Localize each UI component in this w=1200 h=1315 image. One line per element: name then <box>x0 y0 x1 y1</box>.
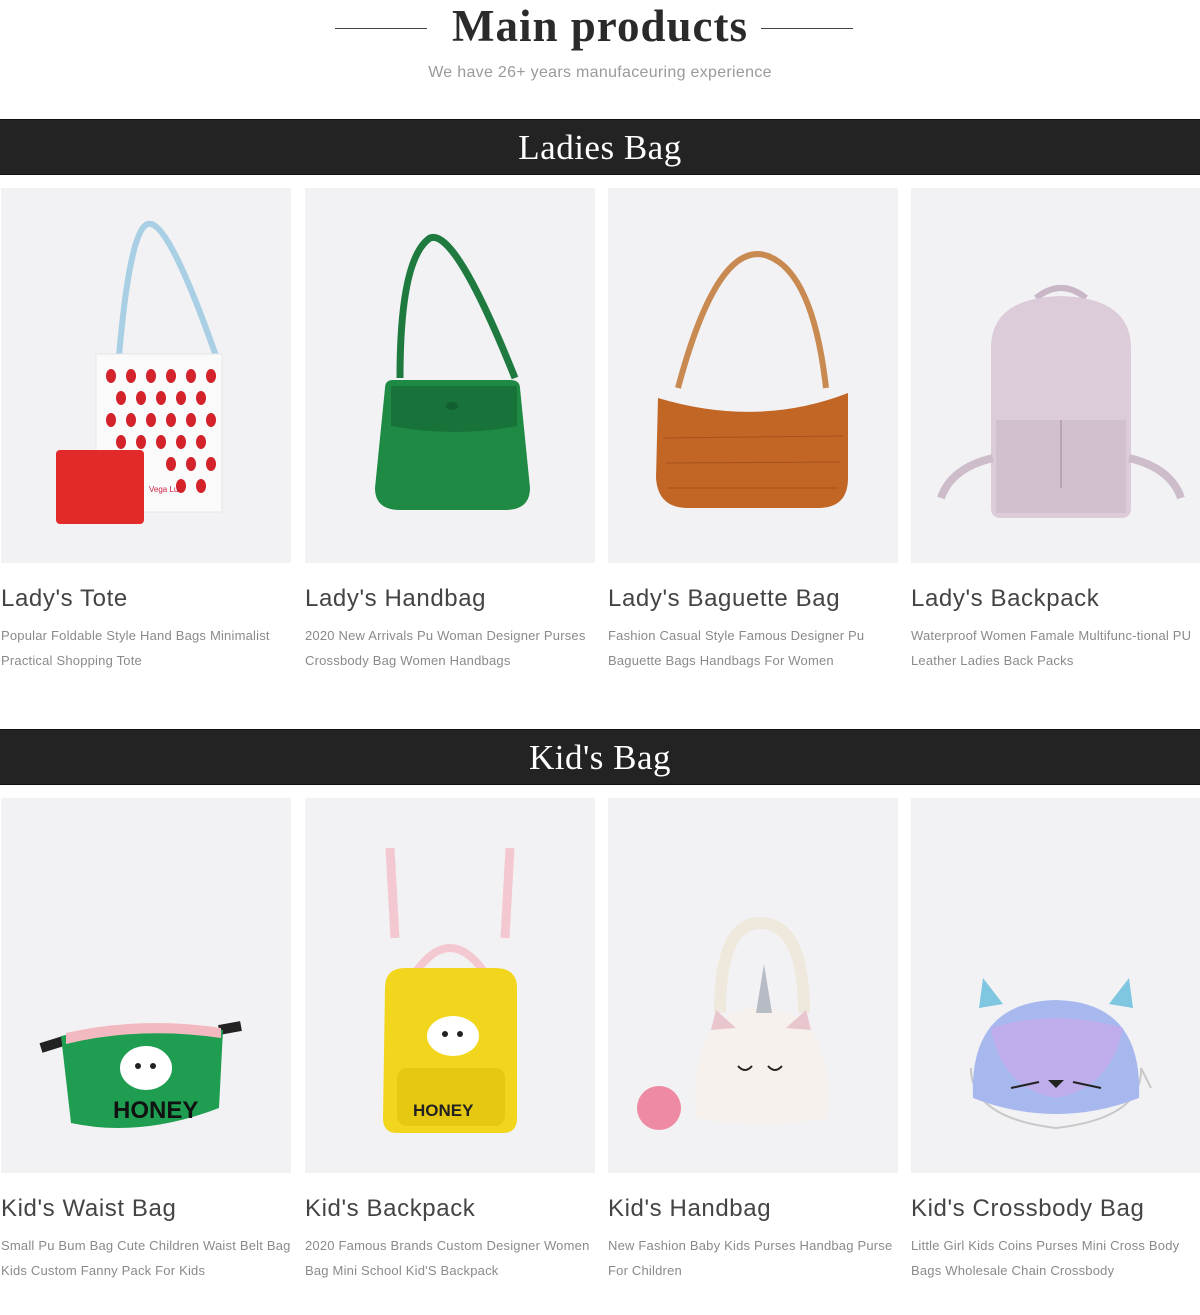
product-image[interactable] <box>911 798 1200 1173</box>
product-card[interactable]: Lady's Handbag 2020 New Arrivals Pu Woma… <box>305 188 595 673</box>
product-name[interactable]: Lady's Handbag <box>305 585 595 613</box>
product-image[interactable]: HONEY <box>305 798 595 1173</box>
product-image[interactable] <box>608 188 898 563</box>
product-name[interactable]: Lady's Baguette Bag <box>608 585 898 613</box>
product-card[interactable]: HONEY Kid's Backpack 2020 Famous Brands … <box>305 798 595 1283</box>
product-image[interactable] <box>911 188 1200 563</box>
product-name[interactable]: Kid's Handbag <box>608 1195 898 1223</box>
product-name[interactable]: Kid's Crossbody Bag <box>911 1195 1200 1223</box>
svg-text:Vega Lu: Vega Lu <box>149 485 178 494</box>
product-grid-kids: HONEY Kid's Waist Bag Small Pu Bum Bag C… <box>0 798 1200 1298</box>
product-description: Popular Foldable Style Hand Bags Minimal… <box>1 628 270 668</box>
product-card[interactable]: Kid's Handbag New Fashion Baby Kids Purs… <box>608 798 898 1283</box>
product-description: 2020 Famous Brands Custom Designer Women… <box>305 1238 590 1278</box>
product-image[interactable] <box>305 188 595 563</box>
page-subtitle: We have 26+ years manufaceuring experien… <box>428 64 772 81</box>
title-divider-right <box>761 28 853 29</box>
svg-text:HONEY: HONEY <box>413 1101 474 1120</box>
page-title: Main products <box>452 1 748 51</box>
section-title: Kid's Bag <box>528 738 672 777</box>
waist-bag-icon: HONEY <box>39 1021 242 1128</box>
product-card[interactable]: Lady's Backpack Waterproof Women Famale … <box>911 188 1200 673</box>
product-grid-ladies: Vega Lu Lady's Tote Popular Foldable Sty… <box>0 188 1200 688</box>
main-products-header: Main products We have 26+ years manuface… <box>0 0 1200 110</box>
green-handbag-icon <box>375 233 530 510</box>
product-name[interactable]: Lady's Backpack <box>911 585 1200 613</box>
section-header-ladies: Ladies Bag <box>0 119 1200 175</box>
unicorn-handbag-icon <box>637 916 829 1130</box>
product-description: Small Pu Bum Bag Cute Children Waist Bel… <box>1 1238 291 1278</box>
product-image[interactable]: HONEY <box>1 798 291 1173</box>
product-card[interactable]: Vega Lu Lady's Tote Popular Foldable Sty… <box>1 188 291 673</box>
product-card[interactable]: HONEY Kid's Waist Bag Small Pu Bum Bag C… <box>1 798 291 1283</box>
product-description: Fashion Casual Style Famous Designer Pu … <box>608 628 865 668</box>
backpack-icon <box>937 285 1185 518</box>
section-title: Ladies Bag <box>518 128 682 167</box>
product-image[interactable] <box>608 798 898 1173</box>
product-name[interactable]: Kid's Backpack <box>305 1195 595 1223</box>
product-description: Waterproof Women Famale Multifunc-tional… <box>911 628 1192 668</box>
product-image[interactable]: Vega Lu <box>1 188 291 563</box>
product-card[interactable]: Lady's Baguette Bag Fashion Casual Style… <box>608 188 898 673</box>
product-name[interactable]: Kid's Waist Bag <box>1 1195 291 1223</box>
product-description: New Fashion Baby Kids Purses Handbag Pur… <box>608 1238 893 1278</box>
product-name[interactable]: Lady's Tote <box>1 585 291 613</box>
kids-backpack-icon: HONEY <box>383 847 517 1133</box>
cat-crossbody-icon <box>970 978 1152 1130</box>
product-description: 2020 New Arrivals Pu Woman Designer Purs… <box>305 628 586 668</box>
baguette-bag-icon <box>656 251 848 508</box>
section-header-kids: Kid's Bag <box>0 729 1200 785</box>
svg-text:HONEY: HONEY <box>113 1097 198 1124</box>
product-description: Little Girl Kids Coins Purses Mini Cross… <box>911 1238 1180 1278</box>
product-card[interactable]: Kid's Crossbody Bag Little Girl Kids Coi… <box>911 798 1200 1283</box>
tote-bag-icon: Vega Lu <box>56 220 223 524</box>
